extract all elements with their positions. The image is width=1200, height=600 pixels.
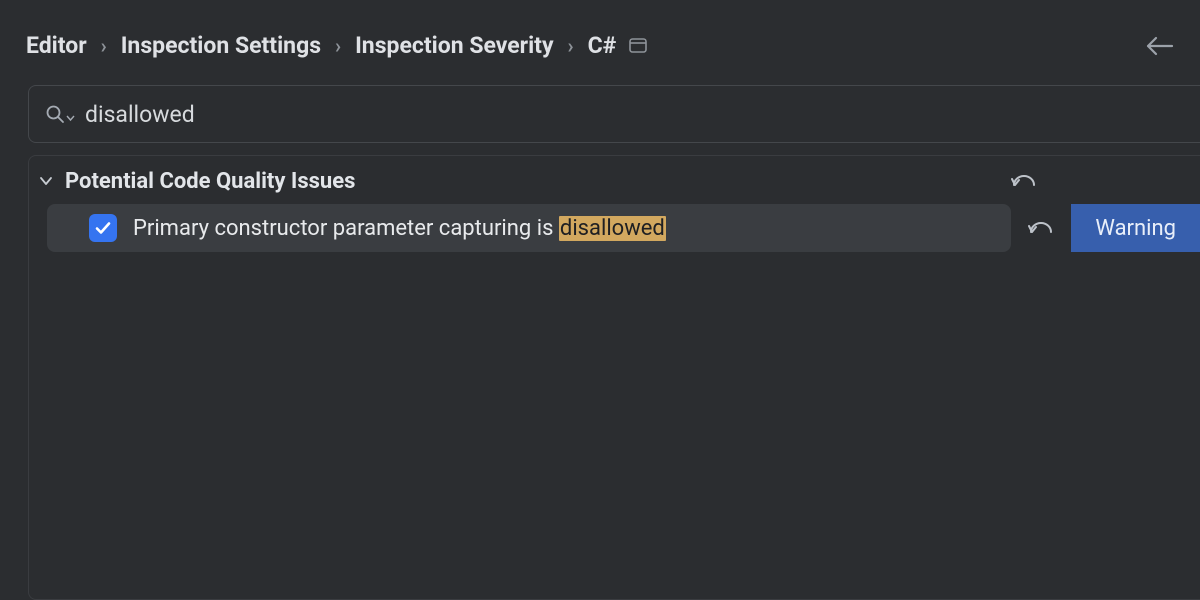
window-icon[interactable] bbox=[628, 38, 648, 54]
search-input-container bbox=[28, 85, 1200, 143]
category-row[interactable]: Potential Code Quality Issues bbox=[29, 166, 1200, 204]
undo-icon[interactable] bbox=[1025, 216, 1057, 240]
category-label: Potential Code Quality Issues bbox=[65, 169, 355, 194]
chevron-down-icon[interactable] bbox=[33, 168, 59, 194]
search-highlight: disallowed bbox=[559, 216, 666, 241]
breadcrumb-editor[interactable]: Editor bbox=[26, 32, 87, 59]
search-input[interactable] bbox=[85, 101, 1184, 128]
undo-icon[interactable] bbox=[1008, 169, 1040, 193]
severity-selector[interactable]: Warning bbox=[1071, 204, 1200, 252]
chevron-right-icon: › bbox=[568, 34, 574, 58]
breadcrumb-csharp[interactable]: C# bbox=[588, 32, 617, 59]
inspection-label-prefix: Primary constructor parameter capturing … bbox=[133, 216, 559, 241]
results-panel: Potential Code Quality Issues Primary co… bbox=[28, 155, 1200, 600]
breadcrumb-inspection-settings[interactable]: Inspection Settings bbox=[121, 32, 321, 59]
inspection-item[interactable]: Primary constructor parameter capturing … bbox=[47, 204, 1011, 252]
chevron-right-icon: › bbox=[101, 34, 107, 58]
inspection-row: Primary constructor parameter capturing … bbox=[29, 204, 1200, 252]
inspection-checkbox[interactable] bbox=[89, 214, 117, 242]
inspection-label: Primary constructor parameter capturing … bbox=[133, 216, 666, 241]
search-icon[interactable] bbox=[45, 104, 75, 124]
back-arrow-icon[interactable] bbox=[1144, 35, 1174, 57]
breadcrumb: Editor › Inspection Settings › Inspectio… bbox=[0, 0, 1200, 85]
breadcrumb-inspection-severity[interactable]: Inspection Severity bbox=[355, 32, 553, 59]
chevron-right-icon: › bbox=[335, 34, 341, 58]
